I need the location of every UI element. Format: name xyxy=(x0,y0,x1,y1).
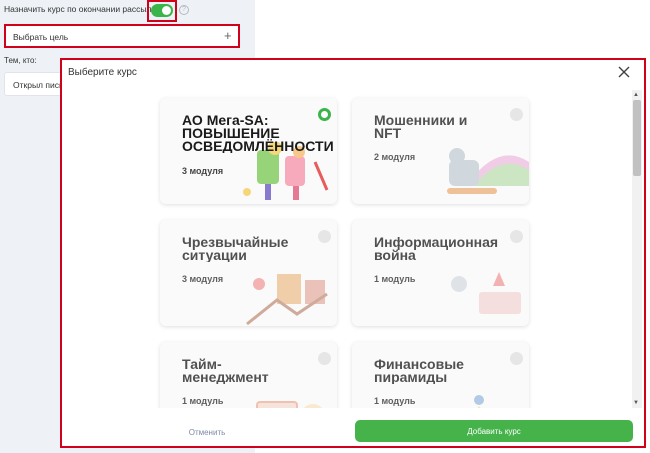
assign-course-label: Назначить курс по окончании рассылки xyxy=(4,4,160,14)
help-icon[interactable]: ? xyxy=(179,5,189,15)
nft-illustration xyxy=(447,148,529,194)
course-grid: АО Мега-SA: ПОВЫШЕНИЕ ОСВЕДОМЛЁННОСТИ 3 … xyxy=(62,90,634,408)
course-modules: 2 модуля xyxy=(374,152,416,162)
course-grid-scrollbar[interactable]: ▲ ▼ xyxy=(632,90,642,408)
emergency-illustration xyxy=(246,274,328,326)
course-title: Тайм- менеджмент xyxy=(182,358,269,384)
course-title: Мошенники и NFT xyxy=(374,114,468,140)
assign-course-toggle[interactable] xyxy=(151,4,173,17)
select-goal-label: Выбрать цель xyxy=(13,32,69,42)
course-modules: 1 модуль xyxy=(374,396,416,406)
scroll-thumb[interactable] xyxy=(633,100,641,176)
course-modules: 3 модуля xyxy=(182,274,224,284)
course-select-modal: Выберите курс АО Мега-SA: ПОВЫШЕНИЕ ОСВЕ… xyxy=(60,58,646,448)
course-card[interactable]: Чрезвычайные ситуации 3 модуля xyxy=(160,220,337,326)
course-title: Финансовые пирамиды xyxy=(374,358,464,384)
course-modules: 1 модуль xyxy=(374,274,416,284)
plus-icon[interactable]: + xyxy=(224,28,232,43)
close-icon[interactable] xyxy=(617,65,631,79)
course-radio[interactable] xyxy=(318,230,331,243)
course-card[interactable]: Мошенники и NFT 2 модуля xyxy=(352,98,529,204)
course-radio[interactable] xyxy=(510,352,523,365)
scroll-up-icon[interactable]: ▲ xyxy=(633,92,639,98)
course-title: Информационная война xyxy=(374,236,499,262)
course-title: Чрезвычайные ситуации xyxy=(182,236,289,262)
course-modules: 3 модуля xyxy=(182,166,224,176)
course-card[interactable]: Финансовые пирамиды 1 модуль xyxy=(352,342,529,408)
modal-title: Выберите курс xyxy=(68,67,137,78)
course-radio[interactable] xyxy=(318,352,331,365)
toggle-knob xyxy=(162,6,171,15)
course-title: АО Мега-SA: ПОВЫШЕНИЕ ОСВЕДОМЛЁННОСТИ xyxy=(182,114,334,153)
add-course-button[interactable]: Добавить курс xyxy=(355,420,633,442)
audience-label: Тем, кто: xyxy=(4,56,37,65)
course-radio[interactable] xyxy=(510,108,523,121)
course-card[interactable]: АО Мега-SA: ПОВЫШЕНИЕ ОСВЕДОМЛЁННОСТИ 3 … xyxy=(160,98,337,204)
course-modules: 1 модуль xyxy=(182,396,224,406)
course-radio[interactable] xyxy=(510,230,523,243)
pyramid-illustration xyxy=(474,395,484,408)
calendar-illustration xyxy=(256,401,322,408)
fake-news-illustration xyxy=(451,272,521,314)
course-card[interactable]: Тайм- менеджмент 1 модуль xyxy=(160,342,337,408)
scroll-down-icon[interactable]: ▼ xyxy=(633,400,639,406)
course-radio-selected[interactable] xyxy=(318,108,331,121)
course-card[interactable]: Информационная война 1 модуль xyxy=(352,220,529,326)
cancel-button[interactable]: Отменить xyxy=(157,422,257,442)
